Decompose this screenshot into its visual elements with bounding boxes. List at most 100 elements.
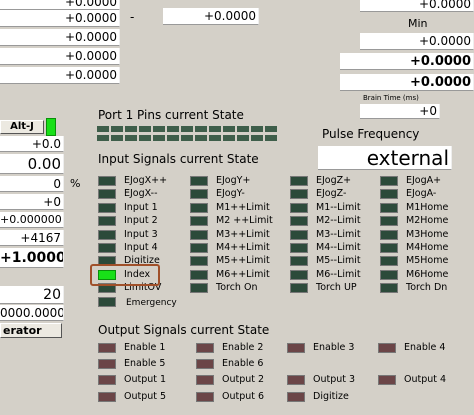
left-value-field-3[interactable]: 0 — [0, 176, 64, 192]
input-led-2-0 — [290, 176, 308, 186]
input-led-1-3 — [190, 216, 208, 227]
port-pins-grid — [97, 126, 277, 144]
input-signal-label: Emergency — [126, 297, 177, 308]
input-signal-label: M6--Limit — [316, 268, 361, 280]
port-pins-title: Port 1 Pins current State — [98, 108, 244, 122]
port-pin-18 — [153, 135, 165, 141]
input-led-0-5 — [98, 243, 116, 253]
output-led-11 — [196, 392, 214, 402]
input-led-0-4 — [98, 229, 116, 240]
left-top-field-5[interactable]: +0.0000 — [0, 67, 120, 84]
input-signal-label: M1--Limit — [316, 201, 361, 213]
brain-time-field[interactable]: +0 — [360, 104, 440, 119]
input-signal-label: Torch On — [216, 282, 258, 294]
input-led-1-8 — [190, 283, 208, 294]
port-pin-19 — [167, 135, 179, 141]
input-signal-label: EJogX++ — [124, 175, 168, 186]
right-value-field-2[interactable]: +0.0000 — [360, 33, 474, 50]
right-value-field-4[interactable]: +0.0000 — [340, 74, 474, 91]
input-led-1-1 — [190, 189, 208, 200]
left-top-field-2[interactable]: +0.0000 — [0, 10, 120, 27]
port-pin-16 — [125, 135, 137, 141]
left-value-field-7[interactable]: +1.0000 — [0, 248, 64, 268]
port-pin-24 — [237, 135, 249, 141]
input-led-2-2 — [290, 202, 308, 213]
input-led-2-4 — [290, 229, 308, 240]
left-top-field-3[interactable]: +0.0000 — [0, 29, 120, 46]
right-value-field-3[interactable]: +0.0000 — [340, 53, 474, 70]
input-led-0-2 — [98, 202, 116, 213]
input-signal-label: M2Home — [406, 215, 449, 227]
input-signal-label: EJogX-- — [124, 188, 158, 200]
left-top-field-4[interactable]: +0.0000 — [0, 48, 120, 65]
input-signal-label: EJogY+ — [216, 175, 251, 186]
left-value-field-2[interactable]: 0.00 — [0, 154, 64, 174]
port-pin-26 — [265, 135, 277, 141]
pulse-frequency-field[interactable]: external — [318, 146, 452, 170]
left-value-field-8[interactable]: 20 — [0, 286, 64, 304]
output-led-5 — [196, 359, 214, 369]
input-signals-title: Input Signals current State — [98, 152, 259, 166]
output-signal-label: Enable 2 — [222, 342, 264, 353]
port-pin-25 — [251, 135, 263, 141]
input-led-3-2 — [380, 202, 398, 213]
output-signal-label: Output 1 — [124, 374, 167, 385]
output-signal-label: Output 6 — [222, 391, 265, 402]
output-signals-title: Output Signals current State — [98, 323, 270, 337]
port-pin-17 — [139, 135, 151, 141]
port-pin-5 — [153, 126, 165, 132]
input-signal-label: Input 1 — [124, 201, 158, 213]
left-value-field-9[interactable]: 0000.0000 — [0, 305, 64, 321]
output-led-10 — [98, 392, 116, 402]
output-led-7 — [196, 375, 214, 385]
input-led-2-7 — [290, 269, 308, 280]
input-signal-label: M3++Limit — [216, 228, 270, 240]
input-signal-label: M4Home — [406, 242, 449, 253]
brain-time-label: Brain Time (ms) — [363, 94, 419, 102]
min-label: Min — [408, 17, 428, 30]
left-bottom-button[interactable]: erator — [0, 323, 62, 338]
middle-value-field[interactable]: +0.0000 — [163, 8, 259, 25]
input-signal-label: EJogZ+ — [316, 175, 352, 186]
input-led-3-8 — [380, 283, 398, 294]
input-signal-label: Input 4 — [124, 242, 158, 253]
input-signal-label: M4++Limit — [216, 242, 270, 253]
input-signal-label: M2 ++Limit — [216, 215, 273, 227]
input-led-1-2 — [190, 202, 208, 213]
input-led-3-6 — [380, 256, 398, 267]
port-pin-13 — [265, 126, 277, 132]
input-signal-label: M1Home — [406, 201, 449, 213]
input-led-1-6 — [190, 256, 208, 267]
pulse-frequency-label: Pulse Frequency — [322, 127, 420, 141]
port-pin-6 — [167, 126, 179, 132]
left-value-field-6[interactable]: +4167 — [0, 230, 64, 246]
left-top-field-1[interactable]: +0.0000 — [0, 0, 120, 10]
input-led-1-0 — [190, 176, 208, 186]
left-value-field-1[interactable]: +0.0 — [0, 136, 64, 152]
input-led-2-5 — [290, 243, 308, 253]
left-value-field-4[interactable]: +0 — [0, 194, 64, 210]
input-led-2-3 — [290, 216, 308, 227]
output-led-6 — [98, 375, 116, 385]
input-led-3-3 — [380, 216, 398, 227]
output-signal-label: Output 2 — [222, 374, 265, 385]
alt-j-button[interactable]: Alt-J — [0, 120, 44, 134]
port-pin-3 — [125, 126, 137, 132]
input-signal-label: M3--Limit — [316, 228, 361, 240]
input-led-0-3 — [98, 216, 116, 227]
input-led-0-1 — [98, 189, 116, 200]
port-pin-7 — [181, 126, 193, 132]
input-signal-label: Torch Dn — [406, 282, 448, 294]
output-signal-label: Enable 6 — [222, 358, 264, 369]
input-led-3-7 — [380, 269, 398, 280]
port-pin-1 — [97, 126, 109, 132]
input-signal-label: M4--Limit — [316, 242, 361, 253]
input-signal-label: EJogY- — [216, 188, 245, 200]
left-value-field-5[interactable]: +0.000000 — [0, 212, 64, 228]
input-led-3-0 — [380, 176, 398, 186]
output-signal-label: Enable 3 — [313, 342, 355, 353]
output-led-3 — [378, 343, 396, 353]
right-value-field-1[interactable]: +0.0000 — [360, 0, 474, 12]
output-led-2 — [287, 343, 305, 353]
port-pin-12 — [251, 126, 263, 132]
